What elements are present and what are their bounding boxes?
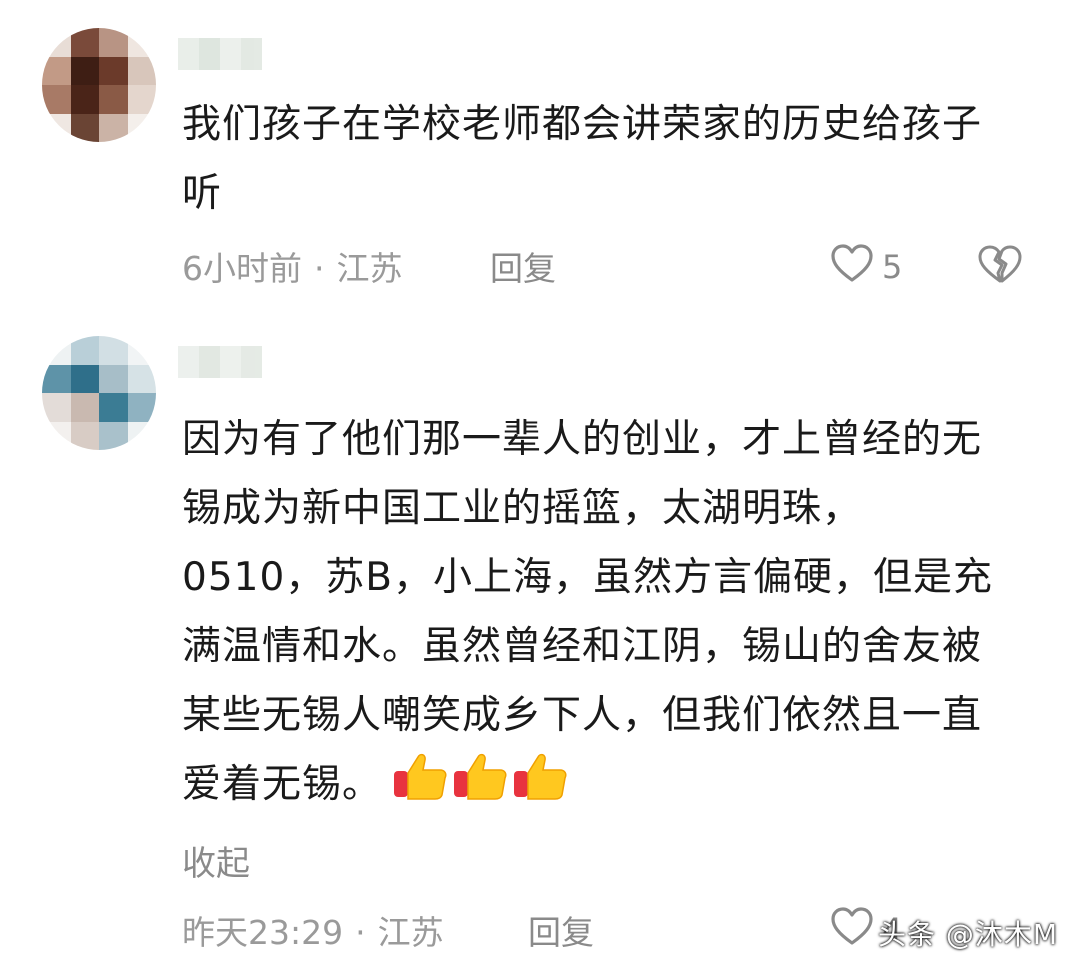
comment-text-body: 因为有了他们那一辈人的创业，才上曾经的无锡成为新中国工业的摇篮，太湖明珠，051… [182,417,994,807]
heart-icon [830,243,874,291]
dislike-button[interactable] [977,243,1023,289]
username-blurred[interactable] [178,38,262,70]
collapse-button[interactable]: 收起 [182,836,250,885]
heart-icon [830,906,874,954]
broken-heart-icon [977,245,1023,289]
username-blurred[interactable] [178,346,262,378]
comment-time: 6小时前 [182,249,302,288]
like-button[interactable]: 5 [830,243,902,291]
comment-text: 我们孩子在学校老师都会讲荣家的历史给孩子听 [182,102,983,216]
avatar[interactable] [42,336,156,450]
comment-time: 昨天23:29 [182,913,344,952]
reply-button[interactable]: 回复 [490,242,556,290]
thumbs-up-icon [452,751,508,823]
comment-meta: 6小时前 · 江苏 [182,242,403,290]
comment-meta: 昨天23:29 · 江苏 [182,906,444,954]
comment-location: 江苏 [377,913,444,952]
thumbs-up-icon [392,751,448,823]
separator-dot: · [355,913,366,952]
comment-location: 江苏 [336,249,403,288]
like-count: 5 [882,248,903,286]
comment-text: 因为有了他们那一辈人的创业，才上曾经的无锡成为新中国工业的摇篮，太湖明珠，051… [182,405,1002,823]
thumbs-up-icon [512,751,568,823]
avatar[interactable] [42,28,156,142]
watermark: 头条 @沐木M [877,918,1058,951]
thumbs-up-emojis [392,751,568,823]
reply-button[interactable]: 回复 [528,906,594,954]
separator-dot: · [314,249,325,288]
